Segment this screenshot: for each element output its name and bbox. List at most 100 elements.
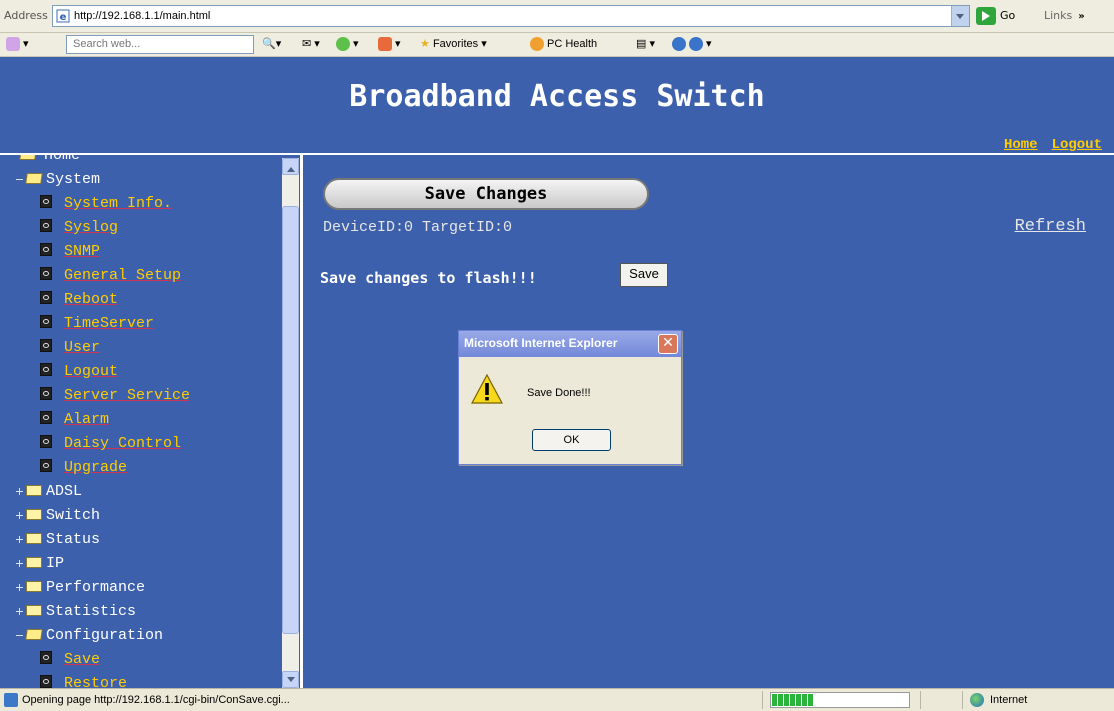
- sidebar-item-system-info[interactable]: System Info.: [0, 191, 282, 215]
- close-icon[interactable]: ✕: [658, 334, 678, 354]
- alert-dialog: Microsoft Internet Explorer ✕ Save Done!…: [458, 330, 682, 465]
- search-icon[interactable]: 🔍▾: [262, 37, 281, 50]
- help-icon[interactable]: ▾: [672, 37, 712, 52]
- scrollbar-thumb[interactable]: [282, 206, 299, 634]
- zone-label: Internet: [990, 694, 1028, 706]
- folder-icon: [26, 533, 42, 544]
- page-icon: [40, 675, 52, 688]
- sidebar-item-syslog[interactable]: Syslog: [0, 215, 282, 239]
- sidebar-item-daisy-control[interactable]: Daisy Control: [0, 431, 282, 455]
- sidebar-item-alarm[interactable]: Alarm: [0, 407, 282, 431]
- sidebar-item-system[interactable]: System: [0, 167, 282, 191]
- ie-page-icon: e: [56, 9, 70, 23]
- sidebar-item-snmp[interactable]: SNMP: [0, 239, 282, 263]
- sidebar-item-server-service[interactable]: Server Service: [0, 383, 282, 407]
- sidebar-item-status[interactable]: Status: [0, 527, 282, 551]
- pc-health-button[interactable]: PC Health: [530, 37, 597, 51]
- sidebar-item-switch[interactable]: Switch: [0, 503, 282, 527]
- rss-icon[interactable]: ▤ ▾: [636, 37, 655, 50]
- sidebar-item-ip[interactable]: IP: [0, 551, 282, 575]
- page-icon: [40, 267, 52, 280]
- address-input[interactable]: e http://192.168.1.1/main.html: [52, 5, 970, 27]
- folder-open-icon: [25, 629, 43, 640]
- sidebar-item-save[interactable]: Save: [0, 647, 282, 671]
- mail-icon[interactable]: ✉ ▾: [302, 37, 320, 50]
- sidebar-item-label: Alarm: [64, 411, 110, 428]
- page-icon: [40, 195, 52, 208]
- scroll-down-icon[interactable]: [282, 671, 299, 688]
- sidebar-item-timeserver[interactable]: TimeServer: [0, 311, 282, 335]
- star-icon: ★: [420, 38, 430, 50]
- sidebar-item-home[interactable]: Home: [0, 155, 282, 167]
- expand-icon[interactable]: [16, 560, 23, 567]
- toolbar-logo-icon[interactable]: ▾: [6, 37, 29, 52]
- sidebar-item-label: Configuration: [46, 627, 164, 644]
- sidebar-item-label: Upgrade: [64, 459, 128, 476]
- dialog-message: Save Done!!!: [527, 387, 591, 399]
- logout-link[interactable]: Logout: [1052, 137, 1102, 153]
- sidebar-item-label: General Setup: [64, 267, 182, 284]
- main-content: Save Changes DeviceID:0 TargetID:0 Refre…: [303, 155, 1114, 688]
- sidebar-item-label: Switch: [46, 507, 101, 524]
- favorites-label: Favorites: [432, 38, 479, 50]
- page-icon: [40, 315, 52, 328]
- expand-icon[interactable]: [16, 608, 23, 615]
- folder-icon: [26, 581, 42, 592]
- page-loading-icon: [4, 693, 18, 707]
- sidebar-item-performance[interactable]: Performance: [0, 575, 282, 599]
- browser-toolbar: ▾ Search web... 🔍▾ ✉ ▾ ▾ ▾ ★ Favorites ▾…: [0, 33, 1114, 57]
- sidebar-tree: Home System System Info. Syslog SNMP General…: [0, 155, 282, 688]
- svg-text:e: e: [60, 12, 67, 23]
- green-plus-icon[interactable]: ▾: [336, 37, 359, 52]
- sidebar-item-statistics[interactable]: Statistics: [0, 599, 282, 623]
- sidebar-item-restore[interactable]: Restore: [0, 671, 282, 688]
- page-icon: [40, 411, 52, 424]
- favorites-button[interactable]: ★ Favorites ▾: [420, 37, 487, 50]
- search-input[interactable]: Search web...: [66, 35, 254, 54]
- links-toolbar[interactable]: Links »: [1044, 9, 1085, 22]
- dialog-titlebar[interactable]: Microsoft Internet Explorer ✕: [459, 331, 681, 357]
- go-arrow-icon: [976, 7, 996, 25]
- sidebar-item-reboot[interactable]: Reboot: [0, 287, 282, 311]
- save-button[interactable]: Save: [620, 263, 668, 287]
- sidebar-item-logout[interactable]: Logout: [0, 359, 282, 383]
- ok-button[interactable]: OK: [532, 429, 611, 451]
- refresh-link[interactable]: Refresh: [1015, 217, 1086, 236]
- sidebar-item-user[interactable]: User: [0, 335, 282, 359]
- collapse-icon[interactable]: [16, 632, 23, 639]
- scroll-up-icon[interactable]: [282, 158, 299, 175]
- page-icon: [40, 387, 52, 400]
- expand-icon[interactable]: [16, 512, 23, 519]
- sidebar-item-label: User: [64, 339, 101, 356]
- sidebar-item-label: Home: [44, 155, 81, 164]
- expand-icon[interactable]: [16, 536, 23, 543]
- save-changes-title: Save Changes: [323, 178, 649, 210]
- folder-icon: [26, 557, 42, 568]
- messenger-icon[interactable]: ▾: [378, 37, 401, 52]
- sidebar-item-general-setup[interactable]: General Setup: [0, 263, 282, 287]
- sidebar-item-label: System: [46, 171, 101, 188]
- go-button[interactable]: Go: [976, 5, 1022, 27]
- sidebar-item-label: Restore: [64, 675, 128, 688]
- home-link[interactable]: Home: [1004, 137, 1038, 153]
- sidebar-item-configuration[interactable]: Configuration: [0, 623, 282, 647]
- page-icon: [40, 243, 52, 256]
- sidebar-item-upgrade[interactable]: Upgrade: [0, 455, 282, 479]
- status-divider: [762, 691, 763, 709]
- pc-health-label: PC Health: [547, 37, 598, 50]
- chevron-right-icon: »: [1078, 11, 1085, 22]
- address-url: http://192.168.1.1/main.html: [74, 10, 211, 22]
- sidebar-item-label: Daisy Control: [64, 435, 182, 452]
- expand-icon[interactable]: [16, 584, 23, 591]
- page-header: Broadband Access Switch Home Logout: [0, 57, 1114, 155]
- sidebar-item-adsl[interactable]: ADSL: [0, 479, 282, 503]
- address-dropdown-icon[interactable]: [951, 6, 969, 26]
- go-label: Go: [1000, 9, 1016, 22]
- sidebar-item-label: Syslog: [64, 219, 119, 236]
- folder-open-icon: [25, 173, 43, 184]
- page-icon: [40, 219, 52, 232]
- collapse-icon[interactable]: [16, 176, 23, 183]
- sidebar-scrollbar[interactable]: [282, 158, 299, 688]
- expand-icon[interactable]: [16, 488, 23, 495]
- status-text: Opening page http://192.168.1.1/cgi-bin/…: [22, 694, 290, 706]
